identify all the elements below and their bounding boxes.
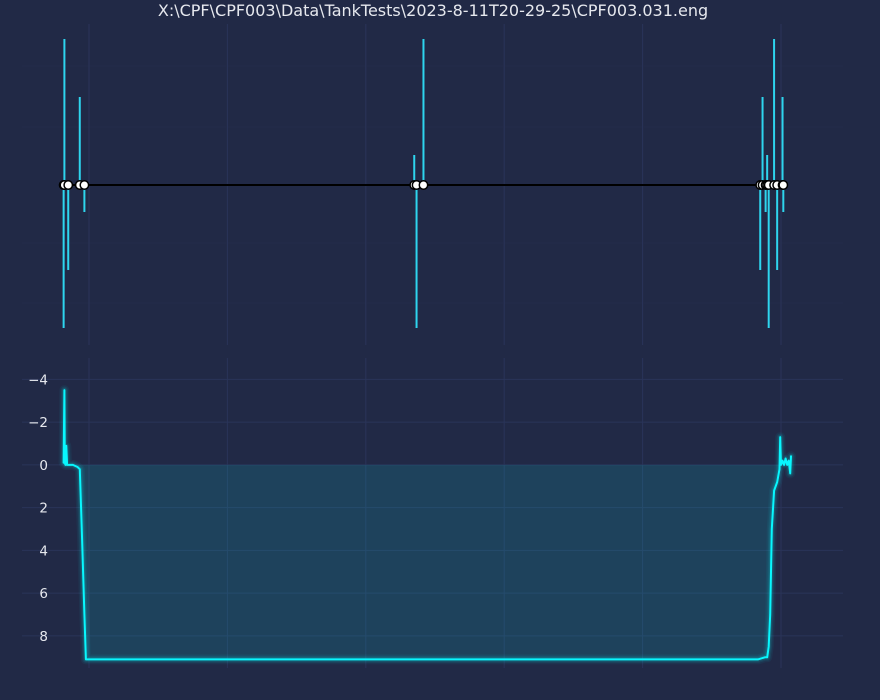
y-tick-label: 6	[39, 586, 48, 602]
y-tick-label: 4	[39, 543, 48, 559]
y-tick-label: 2	[39, 501, 48, 517]
y-tick-label: 0	[39, 458, 48, 474]
chart-svg: X:\CPF\CPF003\Data\TankTests\2023-8-11T2…	[22, 1, 843, 668]
y-tick-label: −4	[28, 372, 48, 388]
event-marker	[778, 180, 789, 190]
event-marker	[79, 180, 90, 190]
y-tick-label: 8	[39, 629, 48, 645]
event-timeline	[22, 24, 843, 345]
chart-page: X:\CPF\CPF003\Data\TankTests\2023-8-11T2…	[0, 0, 880, 700]
y-tick-label: −2	[28, 415, 48, 431]
event-marker	[418, 180, 429, 190]
chart-title: X:\CPF\CPF003\Data\TankTests\2023-8-11T2…	[158, 1, 708, 20]
event-marker	[63, 180, 74, 190]
depth-area-fill	[63, 390, 792, 660]
depth-plot: −4 −2 0 2 4 6 8	[22, 358, 843, 668]
